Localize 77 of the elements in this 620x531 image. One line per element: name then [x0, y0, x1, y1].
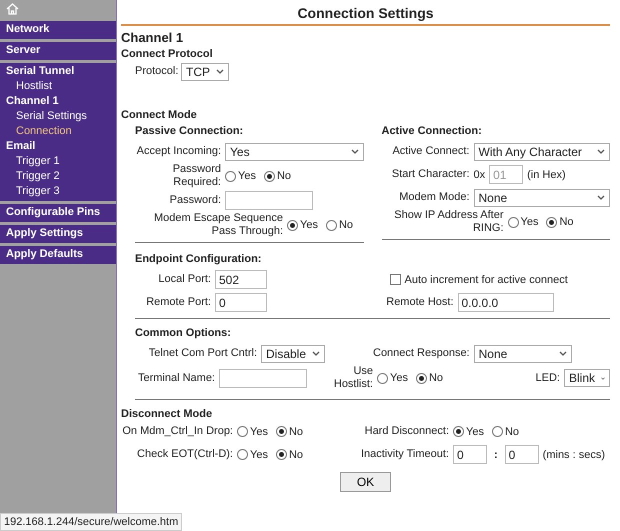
sidebar-item[interactable]: Hostlist — [0, 79, 116, 94]
option-label: No — [288, 448, 304, 460]
sidebar-item[interactable]: Trigger 3 — [0, 184, 116, 199]
sidebar-item[interactable]: Serial Tunnel — [0, 64, 116, 79]
option-label: Yes — [520, 216, 538, 228]
option-label: No — [428, 372, 444, 384]
subsection-heading: Common Options: — [135, 327, 232, 339]
field-label: LED: — [536, 372, 560, 384]
sidebar-item[interactable]: Channel 1 — [0, 94, 116, 109]
input-field[interactable]: 502 — [215, 270, 267, 289]
separator-text: : — [493, 448, 499, 460]
page-title: Connection Settings — [121, 0, 610, 26]
sidebar-item[interactable]: Network — [0, 22, 116, 37]
dropdown[interactable]: TCP — [181, 62, 229, 80]
field-label: Remote Port: — [145, 296, 211, 309]
section-heading: Disconnect Mode — [121, 408, 214, 420]
dropdown[interactable]: None — [474, 344, 572, 362]
field-label: Start Character: — [390, 168, 470, 181]
sidebar-item[interactable]: Trigger 1 — [0, 154, 116, 169]
dropdown[interactable]: Disable — [261, 344, 326, 362]
field-label: Local Port: — [157, 273, 211, 286]
suffix-text: (in Hex) — [527, 168, 566, 180]
subsection-heading: Passive Connection: — [135, 125, 244, 137]
option-label: Yes — [250, 426, 268, 438]
input-field[interactable]: 0 — [215, 293, 267, 312]
option-label: Yes — [390, 372, 408, 384]
field-label: Use Hostlist: — [332, 365, 373, 391]
sidebar-item[interactable]: Serial Settings — [0, 109, 116, 124]
input-field[interactable]: 0 — [453, 445, 487, 464]
input-field[interactable]: 0.0.0.0 — [458, 293, 554, 312]
subsection-heading: Endpoint Configuration: — [135, 253, 262, 265]
option-label: No — [504, 426, 520, 438]
checkbox-label: Auto increment for active connect — [404, 274, 568, 286]
sidebar-item[interactable]: Apply Settings — [0, 226, 116, 241]
sidebar-item[interactable]: Trigger 2 — [0, 169, 116, 184]
field-label: Terminal Name: — [136, 372, 215, 384]
sidebar-item[interactable]: Email — [0, 139, 116, 154]
field-label: Modem Escape Sequence Pass Through: — [152, 212, 283, 238]
field-label: Active Connect: — [391, 145, 470, 158]
sidebar-item[interactable]: Apply Defaults — [0, 247, 116, 262]
field-label: Hard Disconnect: — [364, 425, 449, 438]
option-label: Yes — [466, 426, 484, 438]
option-label: No — [338, 219, 354, 231]
channel-heading: Channel 1 — [121, 30, 184, 45]
option-label: Yes — [238, 170, 256, 182]
section-heading: Connect Mode — [121, 109, 198, 121]
field-label: On Mdm_Ctrl_In Drop: — [121, 425, 233, 438]
sidebar-item[interactable]: Server — [0, 43, 116, 58]
field-label: Show IP Address After RING: — [393, 209, 504, 235]
section-heading: Connect Protocol — [121, 48, 214, 60]
dropdown[interactable]: Blink — [564, 369, 610, 387]
field-label: Password: — [168, 194, 221, 207]
field-label: Modem Mode: — [398, 191, 470, 204]
prefix-text: 0x — [474, 168, 486, 180]
option-label: Yes — [300, 219, 318, 231]
ok-button[interactable]: OK — [340, 472, 392, 492]
field-label: Remote Host: — [385, 296, 454, 309]
dropdown[interactable]: Yes — [225, 142, 364, 160]
option-label: No — [288, 426, 304, 438]
field-label: Accept Incoming: — [136, 145, 221, 158]
sidebar-item[interactable]: Connection — [0, 124, 116, 139]
option-label: Yes — [250, 448, 268, 460]
field-label: Password Required: — [172, 163, 221, 189]
status-url: 192.168.1.244/secure/welcome.htm — [0, 513, 182, 531]
sidebar-item[interactable]: Configurable Pins — [0, 205, 116, 220]
field-label: Check EOT(Ctrl-D): — [136, 448, 233, 461]
subsection-heading: Active Connection: — [382, 125, 483, 137]
suffix-text: (mins : secs) — [542, 448, 606, 460]
dropdown[interactable]: With Any Character — [474, 142, 610, 160]
field-label: Protocol: — [135, 65, 177, 78]
option-label: No — [276, 170, 292, 182]
dropdown[interactable]: None — [474, 188, 610, 206]
field-label: Telnet Com Port Cntrl: — [148, 347, 257, 360]
field-label: Inactivity Timeout: — [360, 448, 449, 461]
option-label: No — [559, 216, 574, 228]
field-label: Connect Response: — [373, 347, 470, 360]
input-field[interactable]: 0 — [504, 445, 539, 464]
